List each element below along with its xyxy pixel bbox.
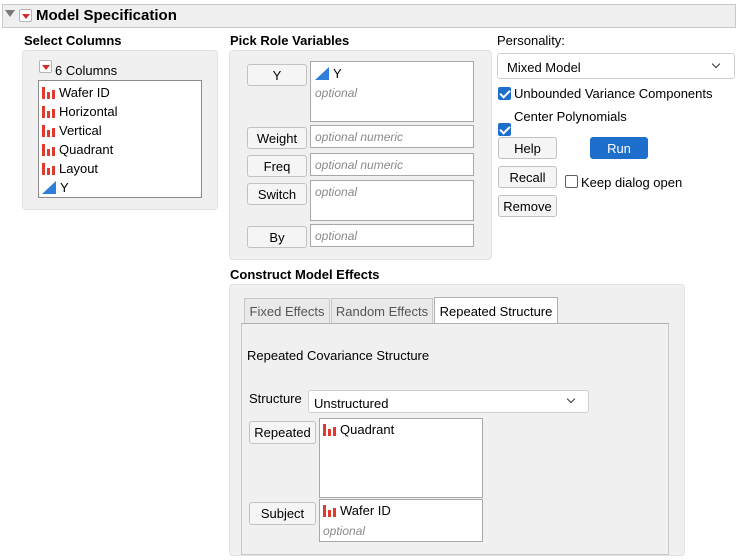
switch-role-button[interactable]: Switch — [247, 183, 307, 205]
run-button[interactable]: Run — [590, 137, 648, 159]
continuous-icon — [315, 67, 329, 80]
select-columns-label: Select Columns — [24, 33, 122, 48]
repeated-field[interactable]: Quadrant — [319, 418, 483, 498]
nominal-icon — [42, 143, 55, 156]
y-role-placeholder: optional — [315, 86, 358, 100]
column-name: Vertical — [59, 123, 102, 138]
column-name: Quadrant — [59, 142, 114, 157]
columns-list[interactable]: Wafer ID Horizontal Vertical Quadrant Layout… — [38, 80, 202, 198]
structure-value: Unstructured — [314, 396, 389, 411]
by-role-button[interactable]: By — [247, 226, 307, 248]
tab-random-effects[interactable]: Random Effects — [331, 298, 433, 323]
column-item[interactable]: Wafer ID — [42, 83, 110, 102]
personality-dropdown[interactable]: Mixed Model — [497, 53, 735, 79]
personality-label: Personality: — [497, 33, 565, 48]
subject-placeholder: optional — [323, 524, 366, 538]
nominal-icon — [42, 105, 55, 118]
red-triangle-menu-icon[interactable] — [19, 9, 32, 22]
freq-role-field[interactable]: optional numeric — [310, 153, 474, 176]
repeated-value: Quadrant — [340, 422, 395, 437]
keep-dialog-open-label: Keep dialog open — [581, 175, 683, 190]
y-role-value: Y — [333, 66, 342, 81]
unbounded-variance-checkbox[interactable] — [498, 87, 511, 100]
center-polynomials-checkbox[interactable] — [498, 123, 511, 136]
collapse-triangle-icon[interactable] — [5, 10, 15, 17]
structure-label: Structure — [249, 391, 302, 406]
weight-role-field[interactable]: optional numeric — [310, 125, 474, 148]
switch-placeholder: optional — [315, 185, 358, 199]
subject-field[interactable]: Wafer ID optional — [319, 499, 483, 542]
freq-placeholder: optional numeric — [315, 158, 404, 172]
column-item[interactable]: Layout — [42, 159, 98, 178]
subject-value: Wafer ID — [340, 503, 391, 518]
recall-button[interactable]: Recall — [498, 166, 557, 188]
freq-role-button[interactable]: Freq — [247, 155, 307, 177]
pick-roles-label: Pick Role Variables — [230, 33, 350, 48]
chevron-down-icon — [566, 394, 576, 404]
repeated-covariance-title: Repeated Covariance Structure — [247, 348, 430, 363]
columns-menu-icon[interactable] — [39, 60, 52, 73]
switch-role-field[interactable]: optional — [310, 180, 474, 221]
column-item[interactable]: Horizontal — [42, 102, 118, 121]
weight-placeholder: optional numeric — [315, 130, 404, 144]
personality-value: Mixed Model — [507, 60, 581, 75]
column-item[interactable]: Quadrant — [42, 140, 113, 159]
by-placeholder: optional — [315, 229, 358, 243]
center-polynomials-label: Center Polynomials — [514, 109, 627, 124]
nominal-icon — [323, 504, 336, 517]
tab-fixed-effects[interactable]: Fixed Effects — [244, 298, 330, 323]
page-title: Model Specification — [36, 7, 177, 24]
nominal-icon — [323, 423, 336, 436]
nominal-icon — [42, 162, 55, 175]
nominal-icon — [42, 86, 55, 99]
columns-count: 6 Columns — [55, 63, 118, 78]
weight-role-button[interactable]: Weight — [247, 127, 307, 149]
repeated-button[interactable]: Repeated — [249, 421, 316, 444]
y-role-button[interactable]: Y — [247, 64, 307, 86]
unbounded-variance-label: Unbounded Variance Components — [514, 86, 713, 101]
column-name: Layout — [59, 161, 99, 176]
column-name: Wafer ID — [59, 85, 110, 100]
help-button[interactable]: Help — [498, 137, 557, 159]
column-name: Y — [60, 180, 69, 195]
structure-dropdown[interactable]: Unstructured — [308, 390, 589, 413]
subject-button[interactable]: Subject — [249, 502, 316, 525]
column-item[interactable]: Y — [42, 178, 69, 197]
remove-button[interactable]: Remove — [498, 195, 557, 217]
keep-dialog-open-checkbox[interactable] — [565, 175, 578, 188]
construct-effects-label: Construct Model Effects — [230, 267, 380, 282]
chevron-down-icon — [711, 59, 721, 69]
column-name: Horizontal — [59, 104, 118, 119]
nominal-icon — [42, 124, 55, 137]
tab-repeated-structure[interactable]: Repeated Structure — [434, 297, 558, 324]
y-role-field[interactable]: Y optional — [310, 61, 474, 122]
continuous-icon — [42, 181, 56, 194]
column-item[interactable]: Vertical — [42, 121, 102, 140]
by-role-field[interactable]: optional — [310, 224, 474, 247]
